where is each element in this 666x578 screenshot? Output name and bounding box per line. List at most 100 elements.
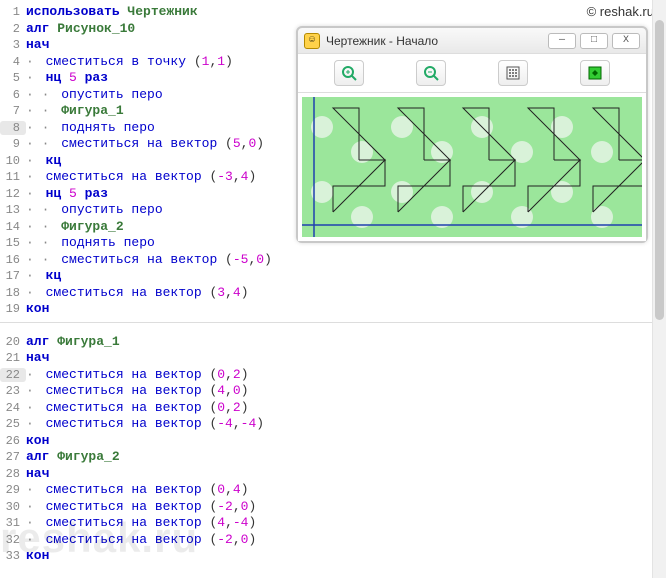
code-line[interactable]: 20алг Фигура_1 xyxy=(0,334,666,351)
line-number: 17 xyxy=(0,269,26,283)
line-number: 25 xyxy=(0,417,26,431)
canvas-area xyxy=(298,93,646,241)
code-line[interactable]: 26кон xyxy=(0,433,666,450)
line-number: 26 xyxy=(0,434,26,448)
line-number: 15 xyxy=(0,236,26,250)
line-number: 4 xyxy=(0,55,26,69)
line-content: нач xyxy=(26,37,49,52)
line-content: · сместиться на вектор (0,2) xyxy=(26,367,249,382)
code-line[interactable]: 18· сместиться на вектор (3,4) xyxy=(0,285,666,302)
line-number: 20 xyxy=(0,335,26,349)
code-line[interactable]: 21нач xyxy=(0,350,666,367)
line-number: 10 xyxy=(0,154,26,168)
grid-button[interactable] xyxy=(498,60,528,86)
line-content: · · поднять перо xyxy=(26,120,155,135)
code-line[interactable]: 22· сместиться на вектор (0,2) xyxy=(0,367,666,384)
line-number: 5 xyxy=(0,71,26,85)
line-content: алг Фигура_2 xyxy=(26,449,120,464)
line-content: использовать Чертежник xyxy=(26,4,198,19)
line-number: 24 xyxy=(0,401,26,415)
line-content: кон xyxy=(26,301,49,316)
drawing-svg xyxy=(302,97,642,237)
line-number: 33 xyxy=(0,549,26,563)
line-number: 28 xyxy=(0,467,26,481)
line-number: 6 xyxy=(0,88,26,102)
line-content: · · сместиться на вектор (-5,0) xyxy=(26,252,272,267)
line-content: · сместиться на вектор (0,2) xyxy=(26,400,249,415)
line-number: 19 xyxy=(0,302,26,316)
code-line[interactable]: 31· сместиться на вектор (4,-4) xyxy=(0,515,666,532)
line-number: 13 xyxy=(0,203,26,217)
maximize-button[interactable]: □ xyxy=(580,33,608,49)
line-content: кон xyxy=(26,548,49,563)
line-number: 16 xyxy=(0,253,26,267)
line-number: 14 xyxy=(0,220,26,234)
line-number: 1 xyxy=(0,5,26,19)
line-number: 22 xyxy=(0,368,26,382)
line-number: 32 xyxy=(0,533,26,547)
window-title: Чертежник - Начало xyxy=(326,34,544,48)
line-number: 18 xyxy=(0,286,26,300)
line-content: · сместиться на вектор (-4,-4) xyxy=(26,416,264,431)
line-number: 31 xyxy=(0,516,26,530)
line-content: · нц 5 раз xyxy=(26,186,108,201)
fit-button[interactable] xyxy=(580,60,610,86)
app-icon: ☺ xyxy=(304,33,320,49)
line-content: · · опустить перо xyxy=(26,87,163,102)
code-line[interactable]: 29· сместиться на вектор (0,4) xyxy=(0,482,666,499)
code-line[interactable]: 1использовать Чертежник xyxy=(0,4,666,21)
line-content: · сместиться на вектор (-2,0) xyxy=(26,499,256,514)
line-number: 12 xyxy=(0,187,26,201)
code-line[interactable]: 23· сместиться на вектор (4,0) xyxy=(0,383,666,400)
code-line[interactable]: 33кон xyxy=(0,548,666,565)
code-line[interactable]: 27алг Фигура_2 xyxy=(0,449,666,466)
code-line[interactable]: 24· сместиться на вектор (0,2) xyxy=(0,400,666,417)
line-content: · сместиться на вектор (4,-4) xyxy=(26,515,256,530)
line-number: 27 xyxy=(0,450,26,464)
code-line[interactable]: 25· сместиться на вектор (-4,-4) xyxy=(0,416,666,433)
code-line[interactable]: 28нач xyxy=(0,466,666,483)
line-content: · · поднять перо xyxy=(26,235,155,250)
line-content: · · Фигура_2 xyxy=(26,219,124,234)
line-number: 29 xyxy=(0,483,26,497)
drawing-canvas[interactable] xyxy=(302,97,642,237)
line-number: 11 xyxy=(0,170,26,184)
line-content: · сместиться на вектор (-3,4) xyxy=(26,169,256,184)
zoom-in-button[interactable] xyxy=(334,60,364,86)
line-content: · сместиться на вектор (3,4) xyxy=(26,285,249,300)
titlebar[interactable]: ☺ Чертежник - Начало — □ X xyxy=(298,28,646,54)
line-number: 21 xyxy=(0,351,26,365)
line-content: · нц 5 раз xyxy=(26,70,108,85)
toolbar xyxy=(298,54,646,93)
line-content: · · опустить перо xyxy=(26,202,163,217)
code-line[interactable]: 16· · сместиться на вектор (-5,0) xyxy=(0,252,666,269)
line-content: · сместиться на вектор (-2,0) xyxy=(26,532,256,547)
section-divider xyxy=(0,322,666,330)
line-content: алг Фигура_1 xyxy=(26,334,120,349)
code-line[interactable]: 19кон xyxy=(0,301,666,318)
line-content: алг Рисунок_10 xyxy=(26,21,135,36)
line-content: · сместиться в точку (1,1) xyxy=(26,54,233,69)
line-content: нач xyxy=(26,350,49,365)
line-number: 30 xyxy=(0,500,26,514)
line-content: · сместиться на вектор (0,4) xyxy=(26,482,249,497)
line-content: · · Фигура_1 xyxy=(26,103,124,118)
line-content: кон xyxy=(26,433,49,448)
scrollbar-thumb[interactable] xyxy=(655,20,664,320)
line-number: 3 xyxy=(0,38,26,52)
line-number: 7 xyxy=(0,104,26,118)
code-line[interactable]: 17· кц xyxy=(0,268,666,285)
close-button[interactable]: X xyxy=(612,33,640,49)
line-content: · кц xyxy=(26,268,61,283)
watermark-url: © reshak.ru xyxy=(587,4,654,19)
vertical-scrollbar[interactable] xyxy=(652,0,666,578)
line-content: · сместиться на вектор (4,0) xyxy=(26,383,249,398)
line-number: 2 xyxy=(0,22,26,36)
minimize-button[interactable]: — xyxy=(548,33,576,49)
zoom-out-button[interactable] xyxy=(416,60,446,86)
code-line[interactable]: 30· сместиться на вектор (-2,0) xyxy=(0,499,666,516)
line-content: · · сместиться на вектор (5,0) xyxy=(26,136,264,151)
line-number: 8 xyxy=(0,121,26,135)
drawer-window: ☺ Чертежник - Начало — □ X xyxy=(296,26,648,243)
code-line[interactable]: 32· сместиться на вектор (-2,0) xyxy=(0,532,666,549)
